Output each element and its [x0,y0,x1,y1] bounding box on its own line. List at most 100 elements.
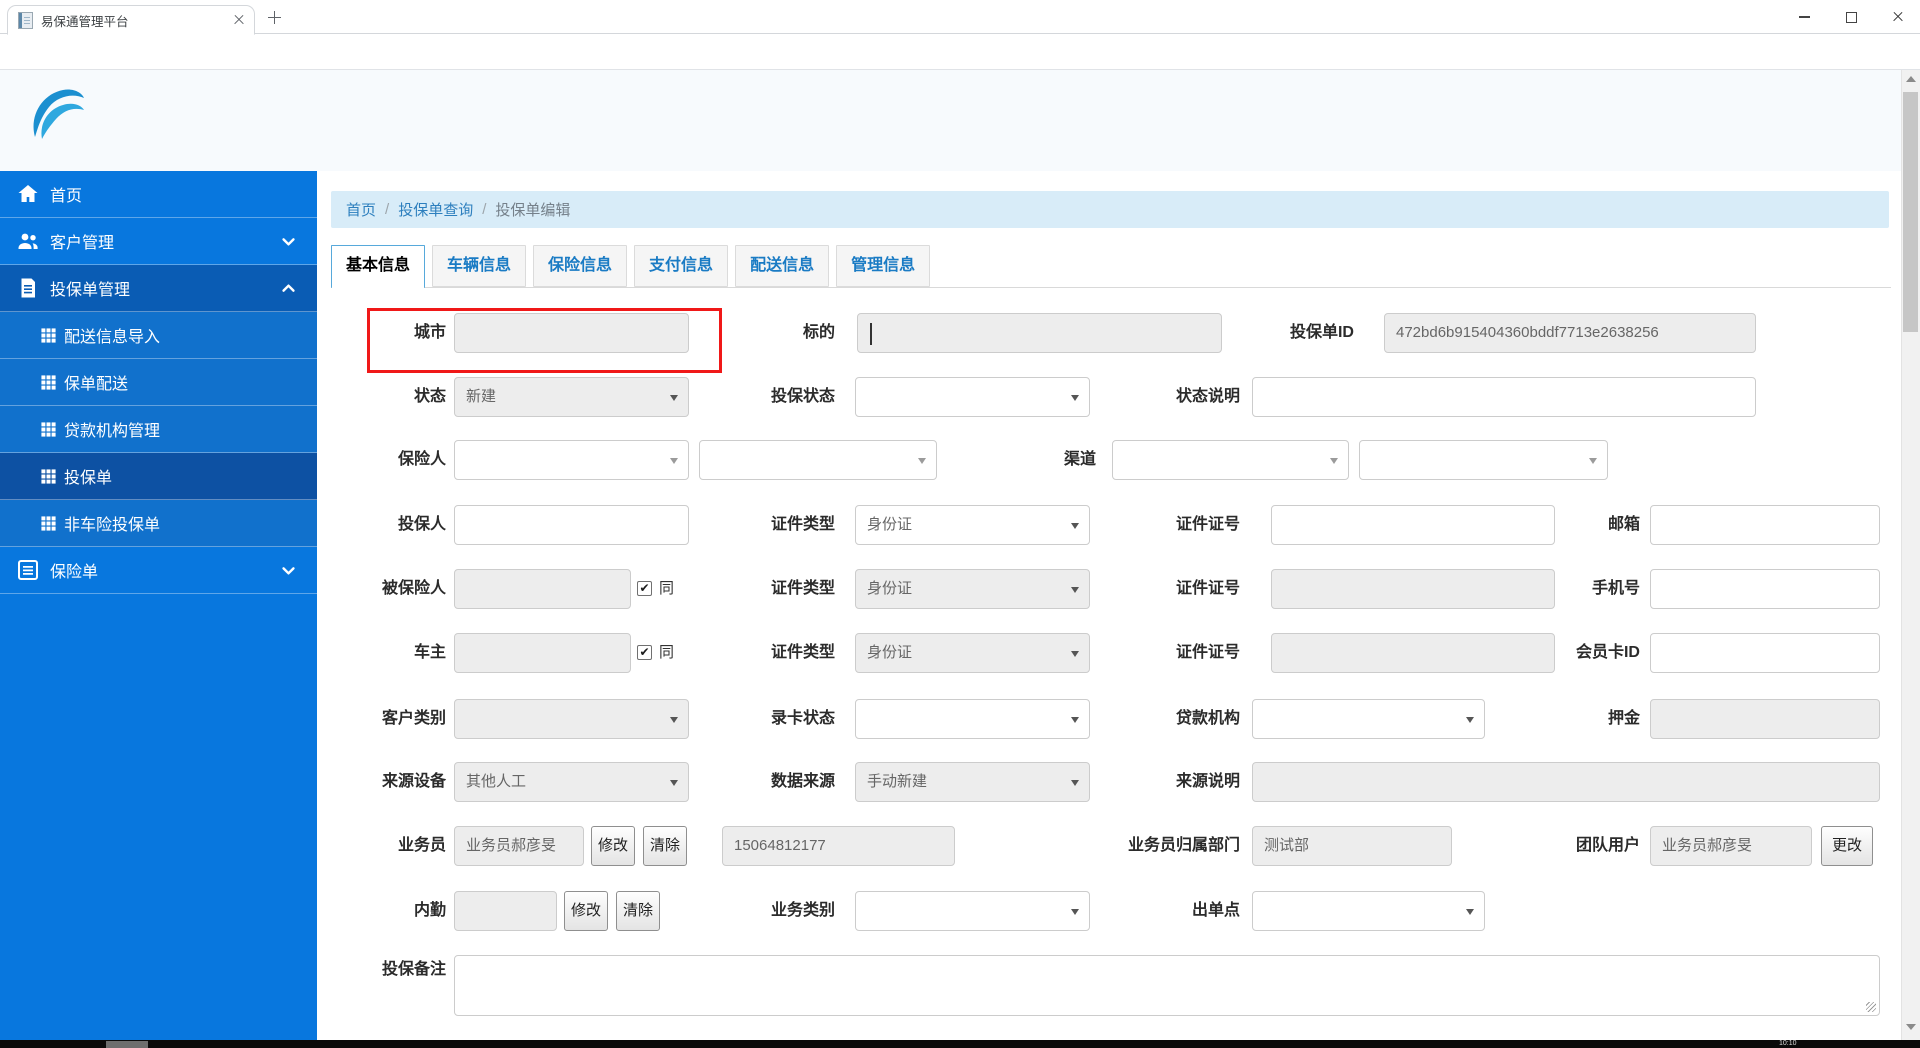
customer-type-label: 客户类别 [381,710,446,727]
tab-payment-info[interactable]: 支付信息 [634,245,729,287]
member-id-input[interactable] [1650,633,1880,673]
channel-label: 渠道 [1063,451,1096,468]
taskbar-clock: 10:10 [1779,1040,1797,1047]
loan-org-label: 贷款机构 [1175,710,1240,727]
sidebar-item-application-mgmt[interactable]: 投保单管理 [0,265,317,312]
owner-label: 车主 [413,644,446,661]
insured-input[interactable] [454,569,631,609]
salesman-modify-button[interactable]: 修改 [591,826,635,866]
breadcrumb-application-query[interactable]: 投保单查询 [398,199,473,220]
data-source-select[interactable]: 手动新建 [855,762,1090,802]
dropdown-caret-icon [1071,909,1079,915]
sidebar-item-non-auto-application[interactable]: 非车险投保单 [0,500,317,547]
insurer-select-1[interactable] [454,440,689,480]
loan-org-select[interactable] [1252,699,1485,739]
card-status-select[interactable] [855,699,1090,739]
applicant-label: 投保人 [397,516,446,533]
remark-textarea[interactable] [454,955,1880,1016]
salesman-dept-input: 测试部 [1252,826,1452,866]
applicant-id-type-select[interactable]: 身份证 [855,505,1090,545]
sidebar-item-insurance-policy[interactable]: 保险单 [0,547,317,594]
insured-id-type-select[interactable]: 身份证 [855,569,1090,609]
insured-id-no-input[interactable] [1271,569,1555,609]
salesman-clear-button[interactable]: 清除 [643,826,687,866]
source-device-select[interactable]: 其他人工 [454,762,689,802]
office-staff-modify-button[interactable]: 修改 [564,891,608,931]
scrollbar-down-icon[interactable] [1906,1024,1916,1030]
subject-input[interactable] [857,313,1222,353]
status-select[interactable]: 新建 [454,377,689,417]
breadcrumb-current: 投保单编辑 [495,202,571,219]
tab-close-icon[interactable] [234,15,244,25]
tab-management-info[interactable]: 管理信息 [836,245,931,287]
sidebar-item-customer-mgmt[interactable]: 客户管理 [0,218,317,265]
applicant-input[interactable] [454,505,689,545]
insurer-select-2[interactable] [699,440,937,480]
member-id-label: 会员卡ID [1575,644,1640,661]
channel-select-2[interactable] [1359,440,1608,480]
source-desc-label: 来源说明 [1175,773,1240,790]
company-logo-icon [33,89,84,139]
browser-tab-strip: 易保通管理平台 [0,0,1920,35]
data-source-label: 数据来源 [770,773,835,790]
dropdown-caret-icon [670,395,678,401]
grid-icon [41,374,56,390]
mobile-label: 手机号 [1591,580,1640,597]
office-staff-clear-button[interactable]: 清除 [616,891,660,931]
sidebar-item-application-form[interactable]: 投保单 [0,453,317,500]
owner-id-type-select[interactable]: 身份证 [855,633,1090,673]
tab-basic-info[interactable]: 基本信息 [331,245,426,288]
insured-same-checkbox[interactable]: ✔ [637,581,652,596]
subject-label: 标的 [802,324,835,341]
status-desc-input[interactable] [1252,377,1756,417]
business-type-select[interactable] [855,891,1090,931]
applicant-id-no-input[interactable] [1271,505,1555,545]
new-tab-button[interactable] [268,11,281,24]
id-type-label: 证件类型 [770,580,835,597]
tab-title: 易保通管理平台 [41,14,129,29]
scrollbar-thumb[interactable] [1903,92,1918,332]
chevron-up-icon [282,284,295,292]
source-desc-input[interactable] [1252,762,1880,802]
deposit-input[interactable] [1650,699,1880,739]
window-minimize-button[interactable] [1786,6,1822,28]
card-status-label: 录卡状态 [770,710,835,727]
issue-point-select[interactable] [1252,891,1485,931]
scrollbar-up-icon[interactable] [1906,76,1916,82]
salesman-phone-input: 15064812177 [722,826,955,866]
sidebar-item-delivery-import[interactable]: 配送信息导入 [0,312,317,359]
office-staff-input[interactable] [454,891,557,931]
id-no-label: 证件证号 [1175,644,1240,661]
resize-handle-icon[interactable] [1866,1002,1876,1012]
mobile-input[interactable] [1650,569,1880,609]
insure-status-select[interactable] [855,377,1090,417]
channel-select-1[interactable] [1112,440,1349,480]
owner-input[interactable] [454,633,631,673]
customer-type-select[interactable] [454,699,689,739]
owner-same-checkbox[interactable]: ✔ [637,645,652,660]
salesman-input: 业务员郝彦旻 [454,826,584,866]
breadcrumb-home[interactable]: 首页 [346,199,376,220]
breadcrumb-separator: / [385,201,390,218]
taskbar-app-icon[interactable] [106,1041,148,1048]
grid-icon [41,421,56,437]
city-input[interactable] [454,313,689,353]
window-close-button[interactable] [1880,6,1916,28]
owner-id-no-input[interactable] [1271,633,1555,673]
sidebar-item-policy-delivery[interactable]: 保单配送 [0,359,317,406]
sidebar-item-loan-org-mgmt[interactable]: 贷款机构管理 [0,406,317,453]
email-input[interactable] [1650,505,1880,545]
dropdown-caret-icon [670,458,678,464]
dropdown-caret-icon [1071,587,1079,593]
dropdown-caret-icon [1071,395,1079,401]
tab-delivery-info[interactable]: 配送信息 [735,245,830,287]
sidebar-item-home[interactable]: 首页 [0,171,317,218]
team-user-input: 业务员郝彦旻 [1650,826,1812,866]
dropdown-caret-icon [918,458,926,464]
document-icon [21,278,35,298]
window-maximize-button[interactable] [1833,6,1869,28]
browser-tab[interactable]: 易保通管理平台 [7,5,255,35]
tab-insurance-info[interactable]: 保险信息 [533,245,628,287]
team-user-change-button[interactable]: 更改 [1821,826,1873,866]
tab-vehicle-info[interactable]: 车辆信息 [432,245,527,287]
